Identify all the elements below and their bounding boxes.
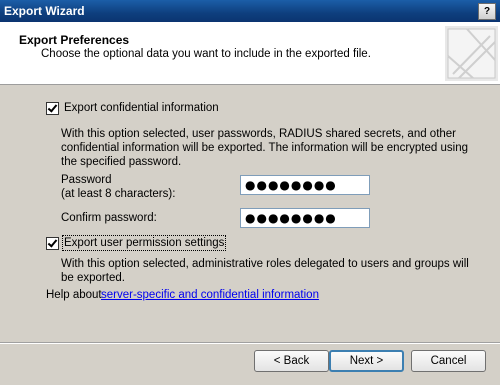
wizard-header: Export Preferences Choose the optional d…	[0, 22, 500, 85]
export-confidential-checkbox[interactable]	[46, 102, 59, 115]
wizard-footer: < Back Next > Cancel	[0, 342, 500, 385]
permissions-description: With this option selected, administrativ…	[61, 258, 469, 284]
help-prefix: Help about	[46, 289, 102, 301]
export-permissions-label[interactable]: Export user permission settings	[61, 235, 227, 251]
confidential-description: With this option selected, user password…	[61, 128, 468, 168]
window-title: Export Wizard	[4, 4, 85, 18]
title-bar[interactable]: Export Wizard ?	[0, 0, 500, 22]
back-button[interactable]: < Back	[254, 350, 329, 372]
help-link[interactable]: server-specific and confidential informa…	[101, 289, 319, 301]
wizard-logo-icon	[445, 26, 498, 81]
password-hint-label: (at least 8 characters):	[61, 188, 176, 200]
password-field[interactable]: ●●●●●●●●	[240, 175, 370, 195]
help-title-button[interactable]: ?	[478, 3, 496, 20]
next-button[interactable]: Next >	[329, 350, 404, 372]
confirm-password-label: Confirm password:	[61, 212, 157, 224]
password-label: Password	[61, 174, 112, 186]
export-permissions-checkbox[interactable]	[46, 237, 59, 250]
footer-divider	[0, 342, 500, 344]
confirm-password-field[interactable]: ●●●●●●●●	[240, 208, 370, 228]
page-subtitle: Choose the optional data you want to inc…	[41, 48, 371, 60]
export-confidential-label[interactable]: Export confidential information	[64, 102, 219, 114]
page-title: Export Preferences	[19, 33, 130, 47]
cancel-button[interactable]: Cancel	[411, 350, 486, 372]
wizard-body: Export confidential information With thi…	[0, 85, 500, 342]
export-wizard-window: Export Wizard ? Export Preferences Choos…	[0, 0, 500, 385]
